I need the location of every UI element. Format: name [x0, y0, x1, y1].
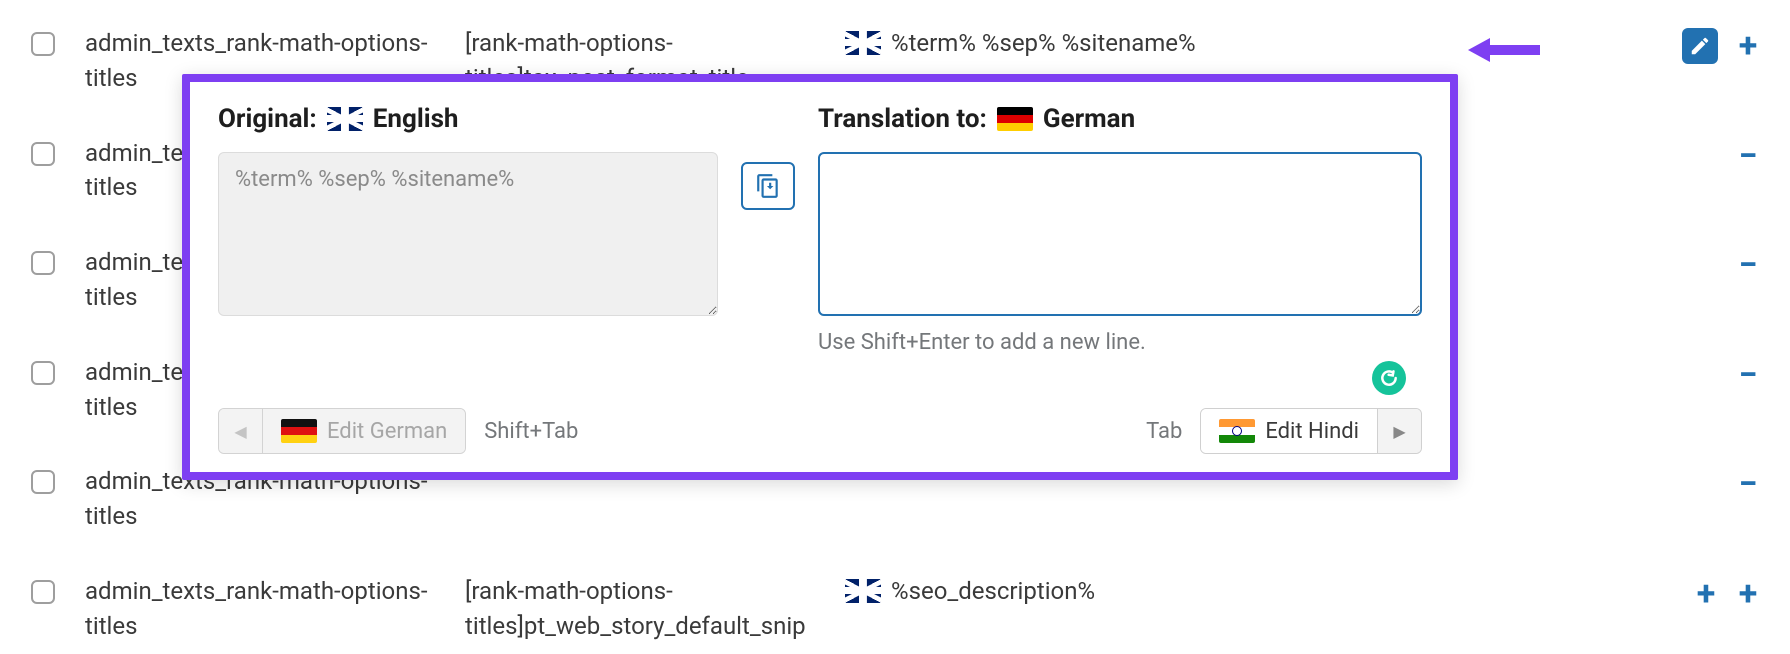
row-actions: +	[1535, 26, 1790, 64]
chevron-right-icon[interactable]: ▶	[1377, 409, 1421, 453]
add-translation-button[interactable]: +	[1736, 28, 1760, 64]
translation-text-area[interactable]	[818, 152, 1422, 316]
original-text-area[interactable]	[218, 152, 718, 316]
row-checkbox[interactable]	[31, 361, 55, 385]
in-flag-icon	[1219, 419, 1255, 443]
add-translation-button[interactable]: −	[1736, 247, 1760, 283]
row-checkbox[interactable]	[31, 32, 55, 56]
grammarly-icon[interactable]	[1372, 361, 1406, 395]
translation-hint: Use Shift+Enter to add a new line.	[818, 330, 1422, 355]
prev-language-nav: ◀ Edit German	[218, 408, 466, 454]
prev-kbd-hint: Shift+Tab	[484, 419, 578, 444]
prev-language-button[interactable]: Edit German	[263, 409, 465, 453]
add-translation-button[interactable]: −	[1736, 138, 1760, 174]
add-translation-button[interactable]: −	[1736, 357, 1760, 393]
row-checkbox[interactable]	[31, 142, 55, 166]
translation-editor-popup: Original: English Translation to: German…	[182, 74, 1458, 480]
add-translation-button[interactable]: −	[1736, 466, 1760, 502]
uk-flag-icon	[845, 579, 881, 603]
uk-flag-icon	[327, 107, 363, 131]
copy-original-button[interactable]	[741, 162, 795, 210]
row-name: admin_texts_rank-math-options-titles	[85, 574, 465, 644]
row-context: [rank-math-options-titles]pt_web_story_d…	[465, 574, 845, 644]
row-original: %term% %sep% %sitename%	[845, 26, 1535, 61]
add-translation-button[interactable]: +	[1694, 576, 1718, 612]
next-language-nav: Edit Hindi ▶	[1200, 408, 1422, 454]
add-translation-button[interactable]: +	[1736, 576, 1760, 612]
translation-heading: Translation to: German	[818, 104, 1422, 134]
next-language-button[interactable]: Edit Hindi	[1201, 409, 1377, 453]
uk-flag-icon	[845, 31, 881, 55]
chevron-left-icon: ◀	[219, 409, 263, 453]
row-original: %seo_description%	[845, 574, 1535, 609]
original-heading: Original: English	[218, 104, 718, 134]
row-checkbox[interactable]	[31, 251, 55, 275]
edit-translation-button[interactable]	[1682, 28, 1718, 64]
de-flag-icon	[281, 419, 317, 443]
de-flag-icon	[997, 107, 1033, 131]
row-checkbox[interactable]	[31, 580, 55, 604]
next-kbd-hint: Tab	[1146, 419, 1182, 444]
table-row: admin_texts_rank-math-options-titles [ra…	[0, 564, 1790, 654]
row-checkbox[interactable]	[31, 470, 55, 494]
